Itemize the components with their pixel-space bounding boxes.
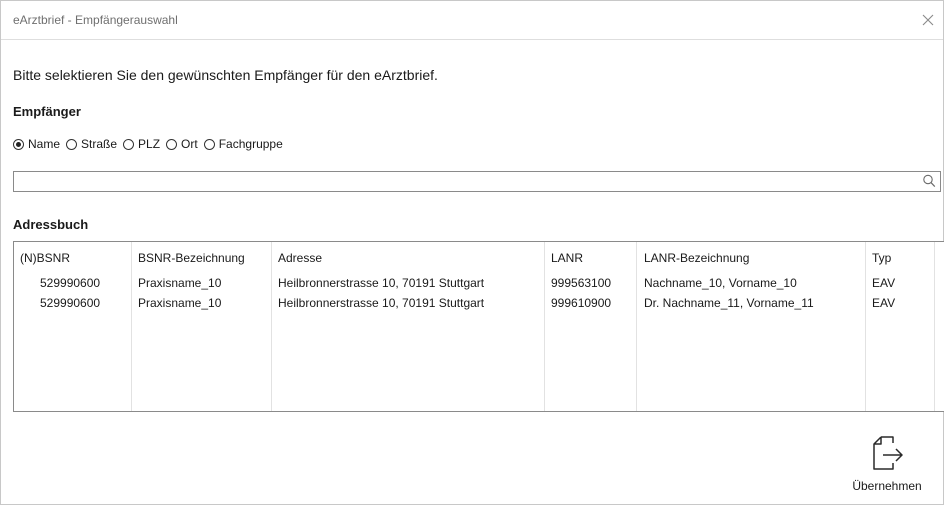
column-header[interactable]: LANR (551, 248, 583, 268)
radio-strasse[interactable]: Straße (66, 137, 117, 151)
accept-button-label: Übernehmen (852, 479, 922, 493)
close-button[interactable] (917, 9, 939, 31)
radio-label: Ort (181, 137, 198, 151)
recipient-heading: Empfänger (13, 104, 81, 119)
export-icon (873, 436, 903, 470)
radio-dot (66, 138, 78, 150)
radio-label: PLZ (138, 137, 161, 151)
table-row[interactable]: 529990600 Praxisname_10 Heilbronnerstras… (14, 273, 944, 293)
cell-adresse: Heilbronnerstrasse 10, 70191 Stuttgart (278, 296, 485, 310)
column-header[interactable]: Adresse (278, 248, 322, 268)
search-input[interactable] (14, 172, 922, 191)
cell-bsnr: 529990600 (40, 296, 101, 310)
table-row[interactable]: 529990600 Praxisname_10 Heilbronnerstras… (14, 293, 944, 313)
search-field-selector: Name Straße PLZ Ort Fachgruppe (13, 137, 289, 151)
radio-name[interactable]: Name (13, 137, 60, 151)
radio-label: Straße (81, 137, 118, 151)
column-header[interactable]: LANR-Bezeichnung (644, 248, 749, 268)
radio-plz[interactable]: PLZ (123, 137, 160, 151)
cell-bsnr-bezeichnung: Praxisname_10 (138, 296, 222, 310)
accept-button[interactable]: Übernehmen (835, 431, 939, 497)
table-header: (N)BSNR BSNR-Bezeichnung Adresse LANR LA… (14, 248, 944, 268)
dialog-window: eArztbrief - Empfängerauswahl Bitte sele… (0, 0, 944, 505)
cell-typ: EAV (872, 276, 896, 290)
close-icon (922, 14, 934, 26)
radio-fachgruppe[interactable]: Fachgruppe (203, 137, 283, 151)
cell-adresse: Heilbronnerstrasse 10, 70191 Stuttgart (278, 276, 485, 290)
cell-lanr-bezeichnung: Dr. Nachname_11, Vorname_11 (644, 296, 814, 310)
radio-dot (166, 138, 178, 150)
radio-dot (123, 138, 135, 150)
column-header[interactable]: BSNR-Bezeichnung (138, 248, 245, 268)
radio-label: Name (28, 137, 61, 151)
radio-dot (203, 138, 215, 150)
search-box (13, 171, 941, 192)
addressbook-heading: Adressbuch (13, 217, 89, 232)
window-title: eArztbrief - Empfängerauswahl (13, 13, 178, 27)
cell-lanr: 999563100 (551, 276, 612, 290)
column-header[interactable]: (N)BSNR (20, 248, 70, 268)
radio-ort[interactable]: Ort (166, 137, 198, 151)
title-bar: eArztbrief - Empfängerauswahl (1, 1, 943, 40)
column-header[interactable]: Typ (872, 248, 891, 268)
cell-lanr: 999610900 (551, 296, 612, 310)
radio-dot (13, 138, 24, 150)
cell-bsnr-bezeichnung: Praxisname_10 (138, 276, 222, 290)
addressbook-table[interactable]: (N)BSNR BSNR-Bezeichnung Adresse LANR LA… (13, 241, 944, 412)
cell-typ: EAV (872, 296, 896, 310)
radio-label: Fachgruppe (218, 137, 283, 151)
search-icon[interactable] (922, 174, 936, 188)
instruction-text: Bitte selektieren Sie den gewünschten Em… (13, 67, 438, 83)
cell-bsnr: 529990600 (40, 276, 101, 290)
cell-lanr-bezeichnung: Nachname_10, Vorname_10 (644, 276, 797, 290)
